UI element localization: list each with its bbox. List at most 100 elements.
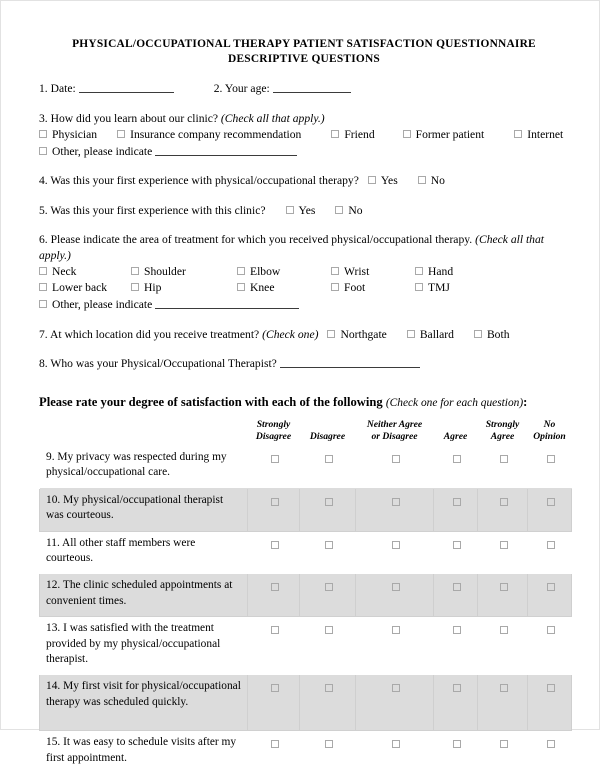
- rating-cell[interactable]: [434, 731, 478, 774]
- rating-cell[interactable]: [247, 487, 300, 532]
- rating-cell[interactable]: [527, 487, 572, 532]
- rating-cell[interactable]: [356, 731, 434, 774]
- checkbox-icon[interactable]: [270, 684, 279, 693]
- checkbox-icon[interactable]: [335, 205, 344, 214]
- checkbox-icon[interactable]: [131, 267, 139, 275]
- checkbox-icon[interactable]: [499, 497, 508, 506]
- checkbox-icon[interactable]: [324, 540, 333, 549]
- rating-cell[interactable]: [478, 731, 528, 774]
- checkbox-option-lower-back[interactable]: Lower back: [39, 280, 131, 296]
- rating-cell[interactable]: [433, 674, 478, 732]
- checkbox-option-elbow[interactable]: Elbow: [237, 264, 331, 280]
- rating-cell[interactable]: [355, 487, 434, 532]
- checkbox-option-q5-no[interactable]: No: [335, 203, 363, 219]
- checkbox-option-both[interactable]: Both: [473, 327, 510, 343]
- checkbox-icon[interactable]: [499, 540, 508, 549]
- checkbox-icon[interactable]: [39, 146, 47, 155]
- rating-cell[interactable]: [300, 446, 356, 489]
- checkbox-icon[interactable]: [546, 583, 555, 592]
- checkbox-icon[interactable]: [324, 497, 333, 506]
- checkbox-option-former-patient[interactable]: Former patient: [402, 127, 484, 143]
- checkbox-icon[interactable]: [39, 267, 47, 275]
- checkbox-option-foot[interactable]: Foot: [331, 280, 415, 296]
- checkbox-option-physician[interactable]: Physician: [39, 127, 97, 143]
- checkbox-icon[interactable]: [270, 626, 279, 635]
- checkbox-icon[interactable]: [237, 283, 245, 291]
- checkbox-option-other[interactable]: Other, please indicate: [39, 144, 152, 160]
- checkbox-icon[interactable]: [499, 740, 508, 749]
- checkbox-icon[interactable]: [452, 684, 461, 693]
- rating-cell[interactable]: [300, 617, 356, 675]
- rating-cell[interactable]: [356, 617, 434, 675]
- checkbox-icon[interactable]: [237, 267, 245, 275]
- rating-cell[interactable]: [355, 674, 434, 732]
- checkbox-icon[interactable]: [391, 497, 400, 506]
- checkbox-icon[interactable]: [324, 740, 333, 749]
- checkbox-icon[interactable]: [367, 176, 376, 184]
- rating-cell[interactable]: [477, 674, 528, 732]
- checkbox-icon[interactable]: [39, 130, 47, 138]
- checkbox-option-q4-yes[interactable]: Yes: [367, 173, 398, 189]
- checkbox-option-neck[interactable]: Neck: [39, 264, 131, 280]
- checkbox-option-q4-no[interactable]: No: [417, 173, 445, 189]
- checkbox-icon[interactable]: [331, 283, 339, 291]
- checkbox-icon[interactable]: [452, 583, 461, 592]
- rating-cell[interactable]: [433, 573, 478, 618]
- rating-cell[interactable]: [299, 487, 356, 532]
- checkbox-icon[interactable]: [270, 497, 279, 506]
- rating-cell[interactable]: [528, 446, 572, 489]
- checkbox-icon[interactable]: [331, 267, 339, 275]
- rating-cell[interactable]: [248, 446, 300, 489]
- checkbox-icon[interactable]: [499, 626, 508, 635]
- rating-cell[interactable]: [527, 573, 572, 618]
- checkbox-icon[interactable]: [391, 740, 400, 749]
- checkbox-icon[interactable]: [452, 540, 461, 549]
- checkbox-icon[interactable]: [391, 583, 400, 592]
- checkbox-icon[interactable]: [499, 583, 508, 592]
- checkbox-icon[interactable]: [546, 626, 555, 635]
- rating-cell[interactable]: [434, 617, 478, 675]
- checkbox-icon[interactable]: [452, 497, 461, 506]
- checkbox-icon[interactable]: [391, 455, 400, 463]
- checkbox-icon[interactable]: [417, 176, 426, 184]
- rating-cell[interactable]: [299, 674, 356, 732]
- checkbox-icon[interactable]: [415, 267, 423, 275]
- checkbox-icon[interactable]: [415, 283, 423, 291]
- checkbox-icon[interactable]: [324, 684, 333, 693]
- checkbox-icon[interactable]: [452, 740, 461, 749]
- checkbox-icon[interactable]: [473, 329, 482, 338]
- rating-cell[interactable]: [527, 674, 572, 732]
- checkbox-option-q5-yes[interactable]: Yes: [285, 203, 315, 219]
- checkbox-option-wrist[interactable]: Wrist: [331, 264, 415, 280]
- rating-cell[interactable]: [478, 531, 528, 574]
- question-6-other-input[interactable]: [155, 298, 300, 309]
- checkbox-option-northgate[interactable]: Northgate: [327, 327, 387, 343]
- checkbox-option-knee[interactable]: Knee: [237, 280, 331, 296]
- checkbox-icon[interactable]: [270, 583, 279, 592]
- checkbox-icon[interactable]: [546, 540, 555, 549]
- checkbox-icon[interactable]: [324, 583, 333, 592]
- age-input[interactable]: [272, 82, 351, 93]
- checkbox-icon[interactable]: [331, 130, 340, 138]
- rating-cell[interactable]: [477, 573, 528, 618]
- checkbox-option-hand[interactable]: Hand: [415, 264, 569, 280]
- rating-cell[interactable]: [528, 531, 572, 574]
- rating-cell[interactable]: [528, 617, 572, 675]
- rating-cell[interactable]: [300, 531, 356, 574]
- checkbox-icon[interactable]: [452, 626, 461, 635]
- checkbox-icon[interactable]: [406, 329, 415, 338]
- checkbox-option-shoulder[interactable]: Shoulder: [131, 264, 237, 280]
- checkbox-option-internet[interactable]: Internet: [514, 127, 563, 143]
- rating-cell[interactable]: [528, 731, 572, 774]
- rating-cell[interactable]: [247, 573, 300, 618]
- therapist-name-input[interactable]: [279, 357, 420, 368]
- checkbox-icon[interactable]: [39, 283, 47, 291]
- rating-cell[interactable]: [248, 617, 300, 675]
- checkbox-option-friend[interactable]: Friend: [331, 127, 375, 143]
- checkbox-option-q6-other[interactable]: Other, please indicate: [39, 297, 152, 313]
- checkbox-icon[interactable]: [499, 455, 508, 463]
- rating-cell[interactable]: [248, 731, 300, 774]
- rating-cell[interactable]: [434, 446, 478, 489]
- checkbox-option-hip[interactable]: Hip: [131, 280, 237, 296]
- checkbox-icon[interactable]: [391, 684, 400, 693]
